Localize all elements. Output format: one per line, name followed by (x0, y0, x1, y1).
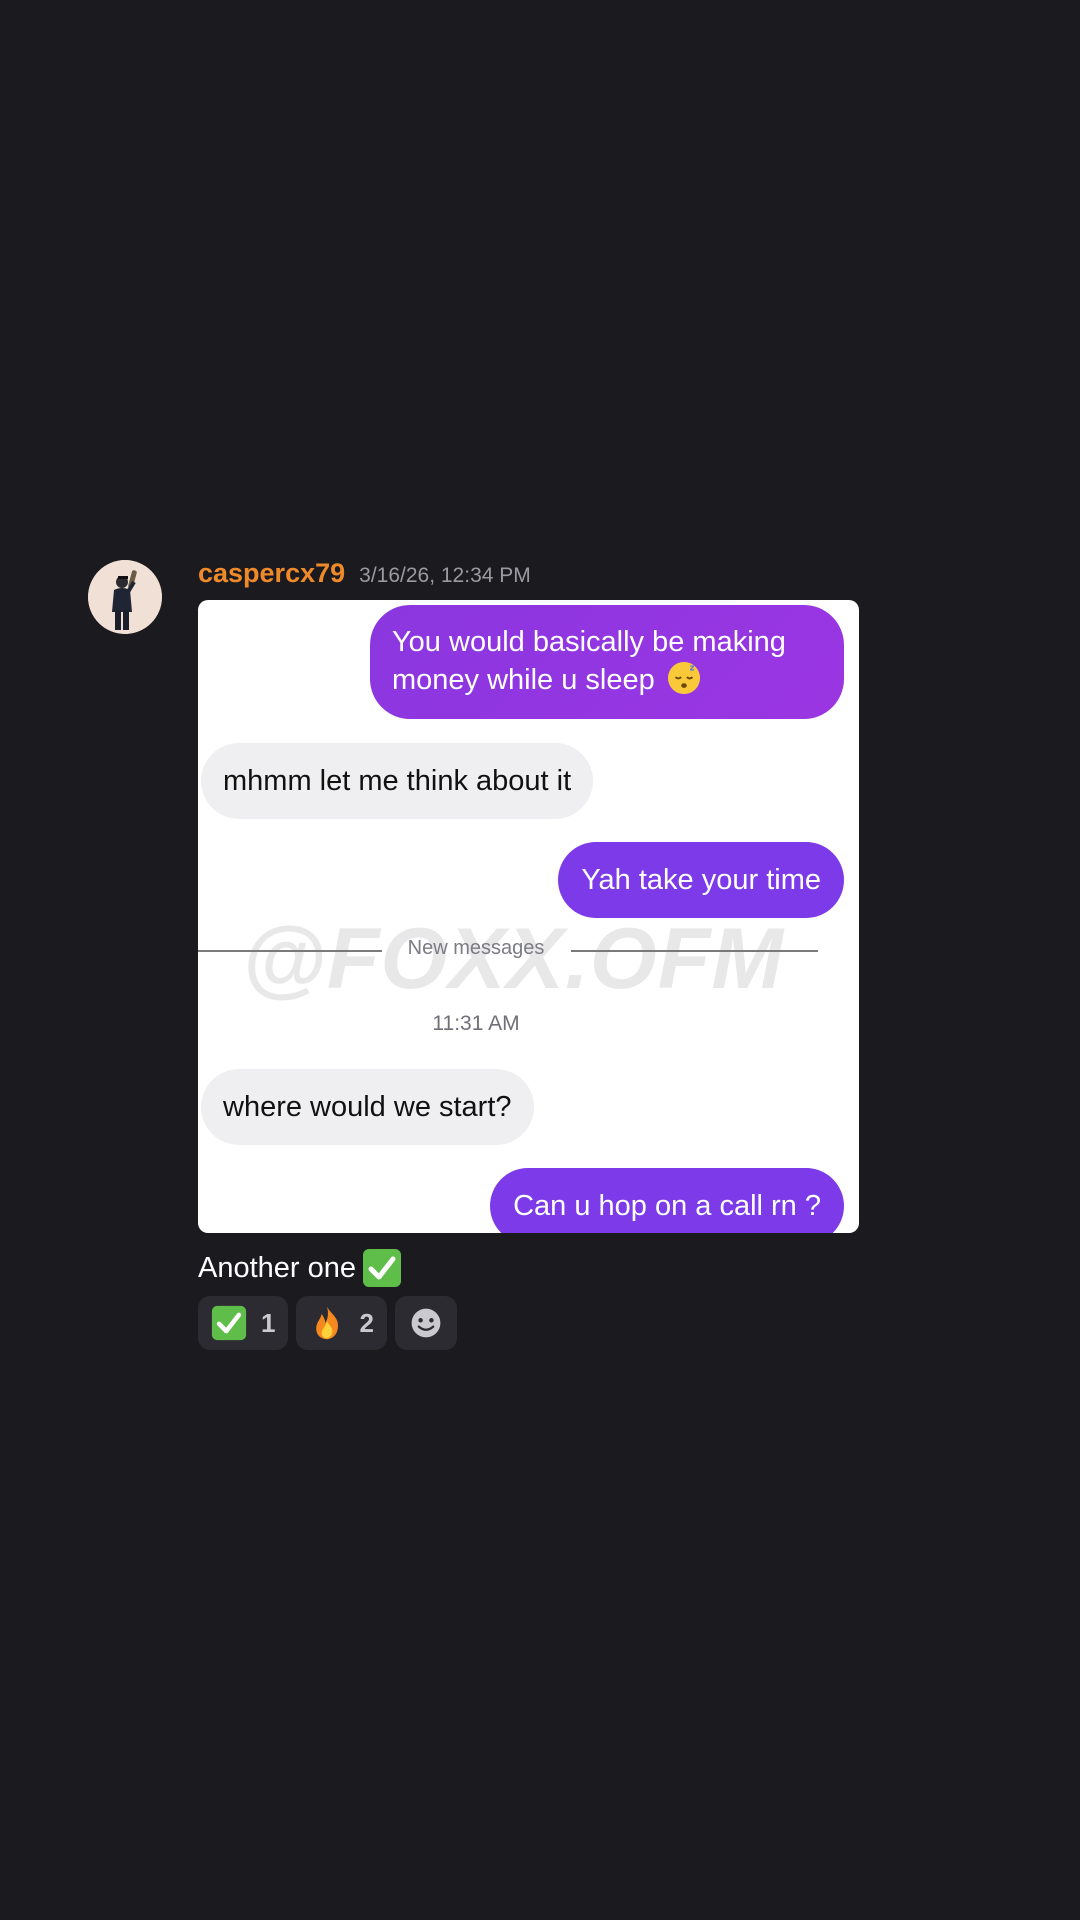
avatar[interactable] (88, 560, 162, 634)
chat-bubble-outgoing: Can u hop on a call rn ? (490, 1168, 844, 1233)
chat-bubble-outgoing: Yah take your time (558, 842, 844, 918)
reaction-count: 1 (261, 1307, 276, 1338)
add-reaction-icon (411, 1308, 441, 1338)
screenshot-attachment[interactable]: @FOXX.OFM You would basically be making … (198, 600, 859, 1233)
avatar-person-icon (88, 560, 162, 634)
username[interactable]: caspercx79 (198, 558, 345, 589)
chat-time-label: 11:31 AM (432, 1012, 520, 1035)
svg-text:z: z (689, 663, 694, 673)
message-timestamp: 3/16/26, 12:34 PM (359, 564, 531, 587)
chat-page: caspercx79 3/16/26, 12:34 PM @FOXX.OFM Y… (0, 0, 1080, 1920)
caption-text: Another one (198, 1251, 357, 1284)
reaction-check[interactable]: 1 (198, 1296, 289, 1350)
reaction-count: 2 (359, 1307, 374, 1338)
white-check-mark-emoji (211, 1305, 247, 1341)
reaction-fire[interactable]: 2 (296, 1296, 387, 1350)
sleeping-face-emoji: z (667, 661, 700, 695)
bubble-text: You would basically be making money whil… (392, 626, 786, 696)
reactions-bar: 1 2 (198, 1296, 457, 1350)
fire-emoji (316, 1306, 339, 1340)
white-check-mark-emoji (363, 1249, 402, 1287)
message-text: Another one (198, 1248, 402, 1288)
chat-bubble-outgoing: You would basically be making money whil… (370, 605, 844, 719)
divider-label: New messages (407, 937, 545, 959)
message-header: caspercx79 3/16/26, 12:34 PM (198, 558, 531, 598)
chat-bubble-incoming: where would we start? (201, 1069, 534, 1145)
add-reaction-button[interactable] (394, 1296, 457, 1350)
chat-bubble-incoming: mhmm let me think about it (201, 743, 594, 819)
